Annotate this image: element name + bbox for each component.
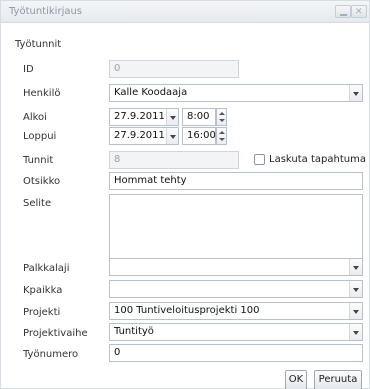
- otsikko-label: Otsikko: [23, 176, 61, 187]
- henkilo-select[interactable]: Kalle Koodaaja: [109, 84, 363, 102]
- alkoi-time-value: 8:00: [187, 111, 210, 122]
- calendar-dropdown-icon[interactable]: [166, 109, 178, 125]
- tyonumero-input[interactable]: 0: [109, 344, 363, 362]
- loppui-label: Loppui: [23, 131, 57, 142]
- minimize-icon: [340, 14, 347, 16]
- projekti-value: 100 Tuntiveloitusprojekti 100: [114, 305, 260, 316]
- dialog-window: Työtuntikirjaus ✕ Työtunnit ID 0 Henkilö…: [0, 0, 370, 389]
- chevron-down-icon[interactable]: [349, 259, 362, 275]
- spin-up-icon[interactable]: [219, 112, 225, 115]
- close-button[interactable]: ✕: [351, 5, 367, 18]
- chevron-down-icon[interactable]: [349, 281, 362, 297]
- spin-down-icon[interactable]: [219, 138, 225, 141]
- laskuta-checkbox[interactable]: [254, 154, 265, 165]
- projekti-label: Projekti: [23, 307, 61, 318]
- calendar-dropdown-icon[interactable]: [166, 128, 178, 144]
- chevron-down-icon[interactable]: [349, 85, 362, 101]
- cancel-button[interactable]: Peruuta: [314, 370, 362, 389]
- alkoi-label: Alkoi: [23, 112, 47, 123]
- spin-down-icon[interactable]: [219, 119, 225, 122]
- henkilo-label: Henkilö: [23, 88, 61, 99]
- otsikko-input[interactable]: Hommat tehty: [109, 172, 363, 190]
- projektivaihe-value: Tuntityö: [114, 326, 154, 337]
- tunnit-field: 8: [109, 151, 239, 169]
- chevron-down-icon[interactable]: [349, 303, 362, 319]
- close-icon: ✕: [355, 7, 363, 17]
- window-title: Työtuntikirjaus: [9, 6, 83, 17]
- projekti-select[interactable]: 100 Tuntiveloitusprojekti 100: [109, 302, 363, 320]
- ok-button[interactable]: OK: [285, 370, 307, 389]
- projektivaihe-select[interactable]: Tuntityö: [109, 323, 363, 341]
- loppui-date-value: 27.9.2011: [114, 130, 165, 141]
- tyonumero-label: Työnumero: [23, 349, 79, 360]
- id-field: 0: [109, 60, 239, 78]
- section-title: Työtunnit: [15, 39, 62, 50]
- alkoi-date-value: 27.9.2011: [114, 111, 165, 122]
- loppui-date-picker[interactable]: 27.9.2011: [109, 127, 179, 145]
- palkkalaji-label: Palkkalaji: [23, 263, 70, 274]
- chevron-down-icon[interactable]: [349, 324, 362, 340]
- henkilo-value: Kalle Koodaaja: [114, 87, 188, 98]
- selite-label: Selite: [23, 198, 52, 209]
- minimize-button[interactable]: [335, 5, 351, 18]
- alkoi-date-picker[interactable]: 27.9.2011: [109, 108, 179, 126]
- title-bar[interactable]: Työtuntikirjaus ✕: [1, 1, 369, 23]
- kpaikka-label: Kpaikka: [23, 285, 63, 296]
- alkoi-time-field[interactable]: 8:00: [182, 108, 216, 126]
- id-label: ID: [23, 64, 34, 75]
- tunnit-label: Tunnit: [23, 155, 54, 166]
- alkoi-time-spinner[interactable]: [216, 108, 227, 126]
- kpaikka-select[interactable]: [109, 280, 363, 298]
- palkkalaji-select[interactable]: [109, 258, 363, 276]
- loppui-time-field[interactable]: 16:00: [182, 127, 216, 145]
- projektivaihe-label: Projektivaihe: [23, 328, 88, 339]
- laskuta-label[interactable]: Laskuta tapahtuma: [269, 154, 366, 165]
- spin-up-icon[interactable]: [219, 131, 225, 134]
- loppui-time-spinner[interactable]: [216, 127, 227, 145]
- loppui-time-value: 16:00: [187, 130, 216, 141]
